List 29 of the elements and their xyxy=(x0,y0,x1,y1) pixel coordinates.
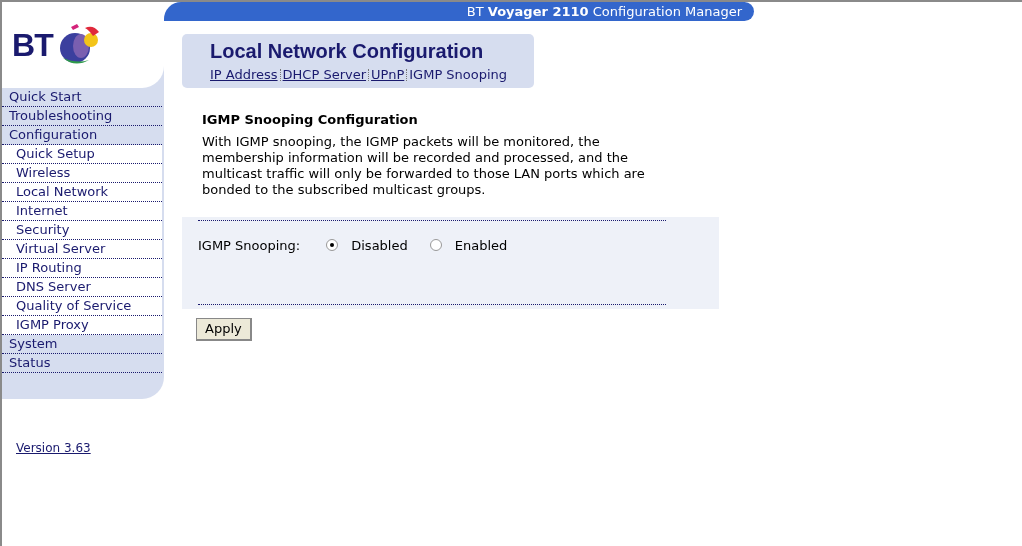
sidebar-item[interactable]: Troubleshooting xyxy=(2,107,162,126)
sidebar-item[interactable]: Internet xyxy=(2,202,162,221)
radio-label: Enabled xyxy=(454,236,508,255)
sidebar-item[interactable]: Quick Start xyxy=(2,88,162,107)
logo-text: BT xyxy=(12,26,54,65)
tab[interactable]: UPnP xyxy=(371,65,405,85)
sidebar-item[interactable]: Local Network xyxy=(2,183,162,202)
header-title: BT Voyager 2110 Configuration Manager xyxy=(466,2,742,21)
page-title: Local Network Configuration xyxy=(210,39,485,63)
sidebar-item[interactable]: Configuration xyxy=(2,126,162,145)
sidebar-item[interactable]: Wireless xyxy=(2,164,162,183)
version-link[interactable]: Version 3.63 xyxy=(16,439,164,457)
sidebar-item[interactable]: Virtual Server xyxy=(2,240,162,259)
tab[interactable]: IP Address xyxy=(210,65,278,85)
section-title: IGMP Snooping Configuration xyxy=(202,111,419,129)
sidebar-item[interactable]: IGMP Proxy xyxy=(2,316,162,335)
radio-button[interactable] xyxy=(326,239,339,252)
section-description: With IGMP snooping, the IGMP packets will be monitored, the membership information will be recorded and processed, and the multicast traffic will only be forwarded to those LAN ports which are bonded to the subscribed multicast groups. xyxy=(202,133,646,198)
field-label: IGMP Snooping: xyxy=(198,236,301,255)
radio-label: Disabled xyxy=(351,236,408,255)
sidebar-item[interactable]: DNS Server xyxy=(2,278,162,297)
sidebar-item[interactable]: Security xyxy=(2,221,162,240)
sidebar-item[interactable]: Quick Setup xyxy=(2,145,162,164)
radio-button[interactable] xyxy=(429,239,442,252)
sidebar-item[interactable]: Quality of Service xyxy=(2,297,162,316)
tab[interactable]: IGMP Snooping xyxy=(409,65,508,85)
apply-button[interactable]: Apply xyxy=(196,317,252,341)
sidebar-item[interactable]: IP Routing xyxy=(2,259,162,278)
tab[interactable]: DHCP Server xyxy=(282,65,367,85)
